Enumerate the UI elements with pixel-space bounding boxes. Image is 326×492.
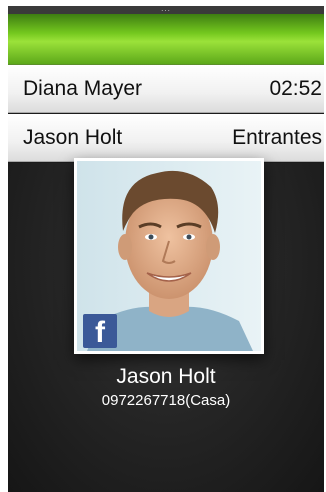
caller-name: Jason Holt	[116, 365, 216, 388]
call-contact-name: Diana Mayer	[23, 76, 143, 100]
call-contact-name: Jason Holt	[23, 125, 123, 149]
facebook-icon: f	[83, 314, 117, 349]
caller-number: 0972267718(Casa)	[101, 392, 231, 409]
call-duration: 02:52	[269, 76, 322, 100]
phone-screen: ... Diana Mayer 02:52 Jason Holt Entrant…	[8, 6, 324, 492]
drag-handle[interactable]: ...	[8, 6, 324, 14]
status-bar	[8, 14, 324, 65]
call-status: Entrantes	[232, 125, 322, 149]
call-row-incoming[interactable]: Jason Holt Entrantes	[8, 114, 324, 162]
call-row-active[interactable]: Diana Mayer 02:52	[8, 65, 324, 113]
